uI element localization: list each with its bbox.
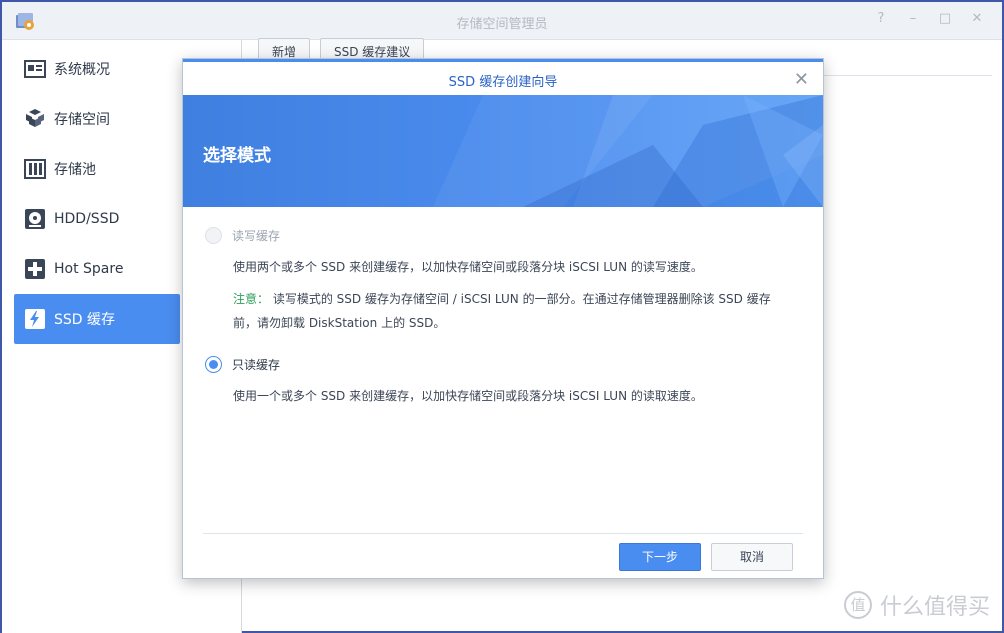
dialog-close-icon[interactable]: ✕ bbox=[794, 69, 809, 90]
option-read-write[interactable]: 读写缓存 bbox=[205, 227, 280, 244]
option-read-only[interactable]: 只读缓存 bbox=[205, 356, 280, 373]
cancel-button[interactable]: 取消 bbox=[711, 543, 793, 571]
sidebar-item-label: SSD 缓存 bbox=[54, 312, 116, 328]
sidebar-item-pool[interactable]: 存储池 bbox=[14, 145, 180, 193]
sidebar-item-label: 存储空间 bbox=[54, 112, 110, 128]
read-only-description: 使用一个或多个 SSD 来创建缓存，以加快存储空间或段落分块 iSCSI LUN… bbox=[233, 389, 703, 403]
note-label: 注意： bbox=[233, 292, 270, 306]
sidebar-item-volume[interactable]: 存储空间 bbox=[14, 95, 180, 143]
sidebar-item-label: HDD/SSD bbox=[54, 211, 120, 227]
sidebar-item-hot-spare[interactable]: Hot Spare bbox=[14, 245, 180, 293]
banner-decoration bbox=[433, 95, 823, 207]
sidebar-item-hdd-ssd[interactable]: HDD/SSD bbox=[14, 195, 180, 243]
wizard-step-title: 选择模式 bbox=[203, 146, 271, 166]
ssd-cache-wizard-dialog: SSD 缓存创建向导 ✕ 选择模式 读写缓存 使用两个或多个 SSD 来创建缓存… bbox=[182, 58, 824, 579]
watermark: 值 什么值得买 bbox=[843, 589, 990, 621]
watermark-text: 什么值得买 bbox=[879, 595, 990, 620]
overview-icon bbox=[24, 60, 46, 78]
help-icon[interactable]: ? bbox=[874, 12, 888, 26]
sidebar-item-label: 系统概况 bbox=[54, 62, 110, 78]
read-only-label: 只读缓存 bbox=[232, 358, 281, 372]
pool-icon bbox=[24, 159, 46, 179]
read-only-radio[interactable] bbox=[205, 356, 222, 373]
maximize-icon[interactable]: □ bbox=[938, 12, 952, 26]
read-write-note: 注意： 读写模式的 SSD 缓存为存储空间 / iSCSI LUN 的一部分。在… bbox=[233, 287, 793, 335]
window-titlebar: 存储空间管理员 ? – □ ✕ bbox=[2, 2, 1002, 40]
sidebar-item-overview[interactable]: 系统概况 bbox=[14, 45, 180, 93]
read-write-radio[interactable] bbox=[205, 227, 222, 244]
dialog-header: SSD 缓存创建向导 ✕ bbox=[183, 59, 823, 95]
sidebar-item-ssd-cache[interactable]: SSD 缓存 bbox=[14, 294, 180, 344]
watermark-logo: 值 bbox=[843, 591, 872, 619]
read-write-label: 读写缓存 bbox=[232, 229, 281, 243]
ssd-cache-icon bbox=[25, 309, 45, 329]
read-write-description: 使用两个或多个 SSD 来创建缓存，以加快存储空间或段落分块 iSCSI LUN… bbox=[233, 260, 703, 274]
dialog-title: SSD 缓存创建向导 bbox=[448, 75, 558, 90]
next-button[interactable]: 下一步 bbox=[619, 543, 701, 571]
dialog-footer-divider bbox=[203, 533, 803, 534]
window-title: 存储空间管理员 bbox=[456, 17, 548, 32]
window-close-icon[interactable]: ✕ bbox=[970, 12, 984, 26]
sidebar-item-label: 存储池 bbox=[54, 162, 96, 178]
disk-icon bbox=[25, 209, 45, 229]
wizard-banner: 选择模式 bbox=[183, 95, 823, 207]
volume-icon bbox=[26, 109, 44, 127]
minimize-icon[interactable]: – bbox=[906, 12, 920, 26]
sidebar-item-label: Hot Spare bbox=[54, 261, 124, 277]
hot-spare-icon bbox=[25, 259, 45, 279]
note-text: 读写模式的 SSD 缓存为存储空间 / iSCSI LUN 的一部分。在通过存储… bbox=[233, 292, 771, 330]
